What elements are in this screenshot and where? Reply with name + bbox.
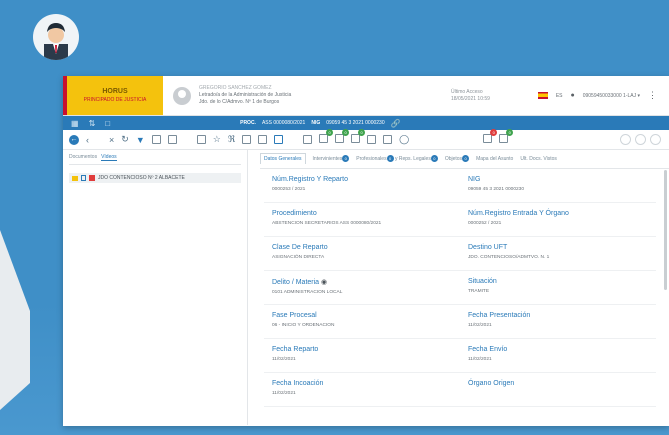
tab-intervinientes[interactable]: Intervinientes 0 (313, 155, 350, 162)
field-organo-origen: Órgano Origen (460, 373, 656, 407)
pin-icon[interactable]: ℜ (228, 134, 235, 145)
badge-doc-1[interactable]: 0 (319, 129, 334, 145)
nig-value: 09059 45 3 2021 0000230 (326, 120, 385, 126)
user-icon: ● (570, 92, 575, 99)
badge-doc-2[interactable]: 0 (335, 129, 350, 145)
accessibility-icon[interactable] (635, 134, 646, 145)
logo-title: HORUS (102, 88, 128, 95)
field-delito-materia: Delito / Materia ◉ 0101 ADMINISTRACION LO… (264, 271, 460, 305)
field-nig: NIG 09059 45 3 2021 0000230 (460, 169, 656, 203)
more-options-icon[interactable]: ⋮ (648, 90, 657, 101)
tab-objetos[interactable]: Objetos 0 (445, 155, 470, 162)
user-avatar-icon (173, 86, 191, 105)
info-circle-icon[interactable]: ◉ (321, 279, 327, 286)
vertical-scrollbar[interactable] (664, 170, 667, 290)
badge-doc-3[interactable]: 0 (351, 129, 366, 145)
folder-icon (72, 175, 78, 181)
palette-icon[interactable] (620, 134, 631, 145)
field-registro-reparto: Núm.Registro Y Reparto 0000253 / 2021 (264, 169, 460, 203)
logo-subtitle: PRINCIPADO DE JUSTICIA (83, 97, 147, 103)
badge-notif-2[interactable]: 0 (499, 129, 514, 145)
field-destino-uft: Destino UFT JDO. CONTENCIOSO/ADMTVO. N. 1 (460, 237, 656, 271)
clock-icon[interactable]: ◯ (399, 134, 409, 145)
user-id-dropdown[interactable]: 09059450033000 1-LAJ ▾ (583, 93, 640, 99)
filter-icon[interactable]: ▼ (136, 135, 145, 145)
spain-flag-icon[interactable] (537, 92, 548, 99)
chevron-left-icon[interactable]: ‹ (86, 135, 89, 145)
exit-icon[interactable] (650, 134, 661, 145)
last-access: Último Acceso 18/05/2021 10:59 (451, 76, 490, 115)
field-fecha-presentacion: Fecha Presentación 11/02/2021 (460, 305, 656, 339)
save-icon[interactable] (196, 135, 206, 144)
tab-general-data[interactable]: Datos Generales (260, 153, 306, 164)
doc-b-icon[interactable] (167, 135, 177, 144)
field-registro-entrada: Núm.Registro Entrada Y Órgano 0000252 / 2… (460, 203, 656, 237)
user-role: Letrado/a de la Administración de Justic… (199, 92, 292, 98)
user-court: Jdo. de lo C/Admvo. Nº 1 de Burgos (199, 99, 280, 105)
tab-profesionales[interactable]: Profesionales 0 y Reps. Legales 0 (356, 155, 438, 162)
app-window: HORUS PRINCIPADO DE JUSTICIA GREGORIO SA… (63, 76, 669, 426)
case-bar: ▦ ⇅ □ PROC. ASS 0000080/2021 NIG 09059 4… (63, 116, 669, 130)
field-fase-procesal: Fase Procesal 06 - INICIO Y ORDENACION (264, 305, 460, 339)
doc-a-icon[interactable] (151, 135, 161, 144)
last-access-label: Último Acceso (451, 88, 483, 95)
general-data-grid: Núm.Registro Y Reparto 0000253 / 2021 NIG… (264, 169, 669, 407)
proc-value: ASS 0000080/2021 (261, 120, 306, 126)
print-icon[interactable] (367, 135, 377, 144)
list-icon[interactable] (274, 135, 284, 144)
field-clase-reparto: Clase De Reparto ASIGNACIÓN DIRECTA (264, 237, 460, 271)
video-icon (89, 175, 95, 181)
nig-label: NIG (311, 120, 321, 126)
tab-documents[interactable]: Documentos (69, 154, 97, 161)
calendar-icon[interactable] (242, 135, 252, 144)
app-header: HORUS PRINCIPADO DE JUSTICIA GREGORIO SA… (63, 76, 669, 116)
field-fecha-envio: Fecha Envío 11/02/2021 (460, 339, 656, 373)
link-icon[interactable]: 🔗 (391, 119, 401, 128)
decorative-shape (0, 230, 30, 410)
sort-icon[interactable]: ⇅ (89, 119, 96, 128)
tab-ult-docs[interactable]: Ult. Docs. Vistos (520, 156, 557, 162)
bot-avatar (33, 14, 79, 60)
field-procedimiento: Procedimiento ABSTENCION SECRETARIOS ASS … (264, 203, 460, 237)
refresh-icon[interactable]: ↻ (121, 134, 129, 145)
grid-icon[interactable]: ▦ (71, 119, 79, 128)
last-access-value: 18/05/2021 10:59 (451, 95, 490, 102)
field-fecha-reparto: Fecha Reparto 11/02/2021 (264, 339, 460, 373)
language-label[interactable]: ES (556, 93, 563, 99)
tab-videos[interactable]: Vídeos (101, 154, 117, 161)
proc-label: PROC. (240, 120, 256, 126)
field-fecha-incoacion: Fecha Incoación 11/02/2021 (264, 373, 460, 407)
field-situacion: Situación TRAMITE (460, 271, 656, 305)
close-icon[interactable]: × (109, 135, 114, 145)
document-icon (81, 175, 86, 181)
horus-logo[interactable]: HORUS PRINCIPADO DE JUSTICIA (63, 76, 163, 115)
tab-mapa-asunto[interactable]: Mapa del Asunto (476, 156, 513, 162)
badge-notif-1[interactable]: 0 (483, 129, 498, 145)
user-name: GREGORIO SANCHEZ GOMEZ (199, 85, 272, 91)
right-panel: Datos Generales Intervinientes 0 Profesio… (248, 150, 669, 425)
left-panel: Documentos Vídeos JDO CONTENCIOSO Nº 2 A… (63, 150, 248, 425)
toolbar: ← ‹ × ↻ ▼ ☆ ℜ 0 0 0 ◯ 0 0 (63, 129, 669, 150)
user-block: GREGORIO SANCHEZ GOMEZ Letrado/a de la A… (163, 76, 413, 115)
grid-view-icon[interactable] (258, 135, 268, 144)
copy-icon[interactable] (383, 135, 393, 144)
tree-item[interactable]: JDO CONTENCIOSO Nº 2 ALBACETE (69, 173, 241, 183)
folder-icon[interactable]: □ (105, 119, 110, 128)
tree-item-label: JDO CONTENCIOSO Nº 2 ALBACETE (98, 175, 185, 181)
notes-icon[interactable] (303, 135, 313, 144)
main-content: Documentos Vídeos JDO CONTENCIOSO Nº 2 A… (63, 150, 669, 425)
star-icon[interactable]: ☆ (213, 134, 221, 145)
back-circle-icon[interactable]: ← (69, 134, 79, 145)
